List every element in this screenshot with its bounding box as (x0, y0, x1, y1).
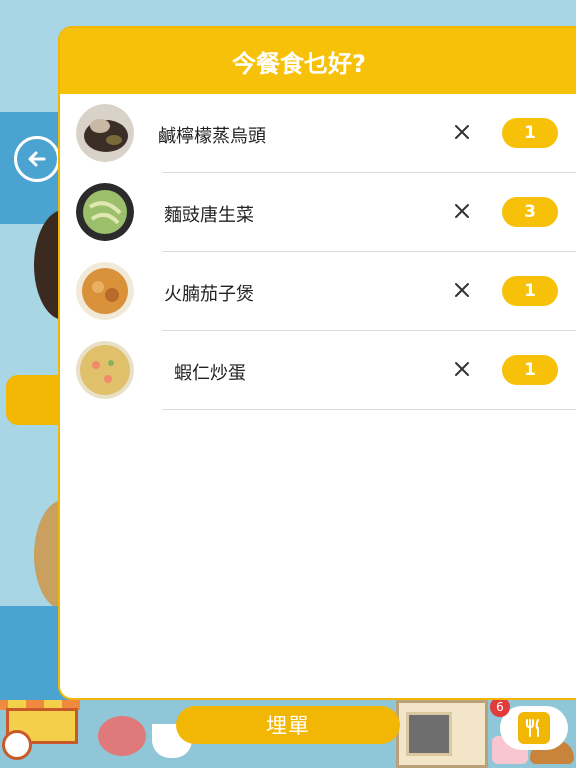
close-icon[interactable] (452, 201, 472, 221)
sausage-illustration (98, 716, 146, 756)
dish-thumbnail (76, 262, 134, 320)
order-item: 麵豉唐生菜 3 (60, 173, 576, 252)
dish-thumbnail (76, 183, 134, 241)
utensils-icon (518, 712, 550, 744)
order-modal: 今餐食乜好? 鹹檸檬蒸烏頭 1 麵豉唐生菜 3 火腩茄子煲 1 蝦仁炒蛋 1 (58, 26, 576, 700)
dish-thumbnail (76, 341, 134, 399)
dish-name: 蝦仁炒蛋 (174, 363, 246, 384)
quantity-badge[interactable]: 1 (502, 355, 558, 385)
modal-title: 今餐食乜好? (60, 28, 576, 94)
quantity-badge[interactable]: 1 (502, 118, 558, 148)
row-divider (162, 409, 576, 410)
dish-name: 鹹檸檬蒸烏頭 (158, 126, 266, 147)
close-icon[interactable] (452, 359, 472, 379)
checkout-button[interactable]: 埋單 (176, 706, 400, 744)
arrow-left-circle-icon (28, 151, 46, 167)
order-item: 火腩茄子煲 1 (60, 252, 576, 331)
cart-count-badge: 6 (490, 697, 510, 717)
order-list: 鹹檸檬蒸烏頭 1 麵豉唐生菜 3 火腩茄子煲 1 蝦仁炒蛋 1 (60, 94, 576, 410)
close-icon[interactable] (452, 280, 472, 300)
back-button[interactable] (14, 136, 60, 182)
order-menu-button[interactable] (500, 706, 568, 750)
dish-name: 麵豉唐生菜 (164, 205, 254, 226)
cart-wheel-illustration (2, 730, 32, 760)
order-item: 鹹檸檬蒸烏頭 1 (60, 94, 576, 173)
shop-window-illustration (406, 712, 452, 756)
quantity-badge[interactable]: 3 (502, 197, 558, 227)
dish-name: 火腩茄子煲 (164, 284, 254, 305)
close-icon[interactable] (452, 122, 472, 142)
order-item: 蝦仁炒蛋 1 (60, 331, 576, 410)
quantity-badge[interactable]: 1 (502, 276, 558, 306)
dish-thumbnail (76, 104, 134, 162)
